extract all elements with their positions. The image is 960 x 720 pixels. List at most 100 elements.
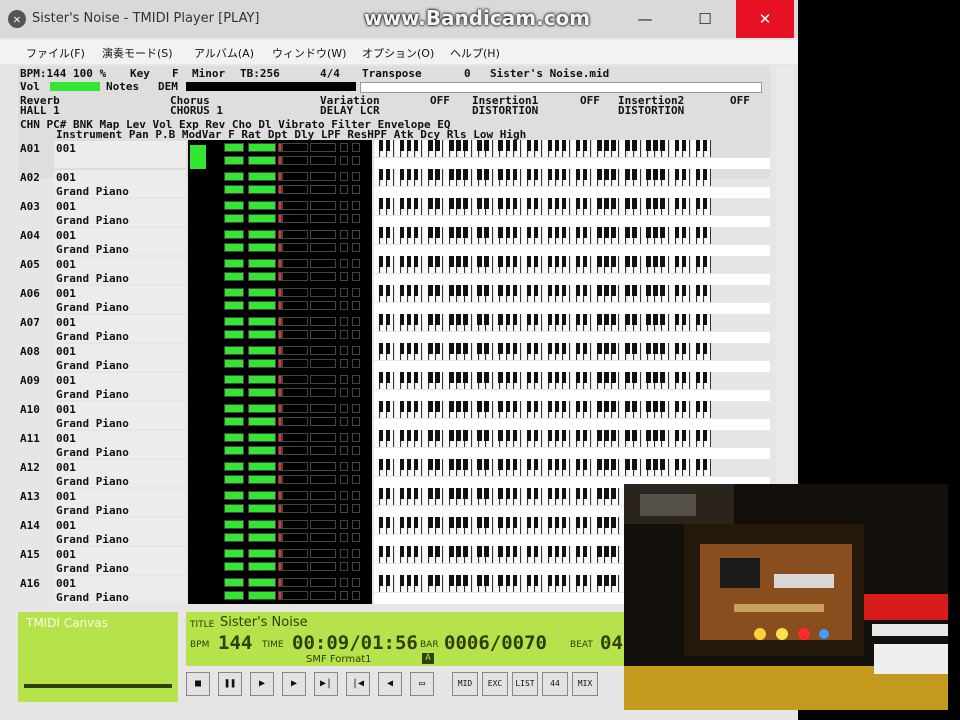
parameter-meter-segment [340, 346, 348, 355]
black-key [378, 459, 384, 470]
parameter-meter-segment [282, 288, 308, 297]
play-icon[interactable]: ▶ [250, 672, 274, 696]
channel-row[interactable]: A06 001 Grand Piano [18, 285, 770, 314]
parameter-meter-segment [340, 446, 348, 455]
channel-row[interactable]: A08 001 Grand Piano [18, 343, 770, 372]
black-key [512, 343, 518, 354]
mode-value: Minor [192, 67, 226, 80]
menu-play-mode[interactable]: 演奏モード(S) [102, 45, 173, 61]
parameter-meter-segment [340, 259, 348, 268]
channel-row[interactable]: A10 001 Grand Piano [18, 401, 770, 430]
channel-row[interactable]: A01 001 [18, 140, 770, 169]
channel-id: A16 [20, 577, 40, 590]
black-key [428, 169, 433, 180]
black-key [399, 198, 405, 209]
parameter-meter-segment [340, 359, 348, 368]
black-key [646, 401, 651, 412]
parameter-meter-segment [352, 272, 360, 281]
channel-row[interactable]: A03 001 Grand Piano [18, 198, 770, 227]
parameter-meter-segment [282, 214, 308, 223]
channel-row[interactable]: A11 001 Grand Piano [18, 430, 770, 459]
skip-back-icon[interactable]: |◀ [346, 672, 370, 696]
lcd-time-value: 00:09/01:56 [292, 632, 418, 654]
black-key [660, 169, 665, 180]
circuit-board-photo [624, 484, 948, 710]
channel-row[interactable]: A02 001 Grand Piano [18, 169, 770, 198]
black-key [604, 227, 609, 238]
parameter-meter-segment [340, 143, 348, 152]
channel-row[interactable]: A04 001 Grand Piano [18, 227, 770, 256]
black-key [498, 343, 503, 354]
black-key [646, 430, 651, 441]
stop-icon[interactable]: ■ [186, 672, 210, 696]
window-icon[interactable]: ▭ [410, 672, 434, 696]
channel-program: 001 [56, 519, 76, 532]
menu-file[interactable]: ファイル(F) [26, 45, 85, 61]
rewind-icon[interactable]: ◀ [378, 672, 402, 696]
black-key [702, 169, 708, 180]
channel-row[interactable]: A09 001 Grand Piano [18, 372, 770, 401]
black-key [413, 314, 419, 325]
mode-3-button[interactable]: LIST [512, 672, 538, 696]
black-key [406, 488, 412, 499]
black-key [547, 546, 553, 557]
black-key [435, 372, 440, 383]
black-key [512, 517, 518, 528]
parameter-meter-segment [352, 388, 360, 397]
mode-5-button[interactable]: MIX [572, 672, 598, 696]
skip-forward-icon[interactable]: ▶| [314, 672, 338, 696]
black-key [477, 488, 482, 499]
black-key [554, 488, 560, 499]
black-key [604, 575, 609, 586]
minimize-button[interactable]: — [616, 0, 674, 38]
channel-keyboard [374, 459, 712, 476]
black-key [463, 459, 468, 470]
mode-2-button[interactable]: EXC [482, 672, 508, 696]
black-key [582, 401, 588, 412]
black-key [625, 140, 630, 151]
black-key [456, 285, 461, 296]
black-key [463, 401, 468, 412]
black-key [505, 169, 511, 180]
black-key [533, 285, 539, 296]
black-key [597, 517, 602, 528]
black-key [498, 372, 503, 383]
black-key [385, 546, 391, 557]
parameter-meter-segment [248, 562, 276, 571]
close-button[interactable]: ✕ [736, 0, 794, 38]
channel-row[interactable]: A05 001 Grand Piano [18, 256, 770, 285]
black-key [597, 372, 602, 383]
black-key [554, 227, 560, 238]
black-key [604, 285, 609, 296]
channel-row[interactable]: A07 001 Grand Piano [18, 314, 770, 343]
black-key [611, 575, 616, 586]
channel-parameter-meters [222, 488, 372, 517]
lcd-time-label: TIME [262, 640, 284, 650]
black-key [702, 372, 708, 383]
menu-help[interactable]: ヘルプ(H) [450, 45, 500, 61]
black-key [582, 488, 588, 499]
menu-options[interactable]: オプション(O) [362, 45, 434, 61]
black-key [463, 517, 468, 528]
parameter-meter-segment [248, 446, 276, 455]
mode-1-button[interactable]: MID [452, 672, 478, 696]
parameter-meter-segment [224, 359, 244, 368]
maximize-button[interactable]: ☐ [676, 0, 734, 38]
parameter-meter-segment [224, 533, 244, 542]
channel-instrument: Grand Piano [56, 533, 129, 546]
black-key [561, 140, 567, 151]
pause-icon[interactable]: ❚❚ [218, 672, 242, 696]
black-key [674, 314, 680, 325]
black-key [413, 227, 419, 238]
parameter-meter-segment [248, 404, 276, 413]
menu-bar: ファイル(F) 演奏モード(S) アルバム(A) ウィンドウ(W) オプション(… [0, 40, 798, 64]
parameter-meter-segment [310, 156, 336, 165]
menu-album[interactable]: アルバム(A) [194, 45, 254, 61]
tmidi-logo-icon[interactable]: ✕ [8, 10, 26, 28]
parameter-meter-segment [282, 475, 308, 484]
black-key [611, 169, 616, 180]
black-key [575, 285, 581, 296]
next-icon[interactable]: ▶ [282, 672, 306, 696]
mode-4-button[interactable]: 44 [542, 672, 568, 696]
menu-window[interactable]: ウィンドウ(W) [272, 45, 346, 61]
